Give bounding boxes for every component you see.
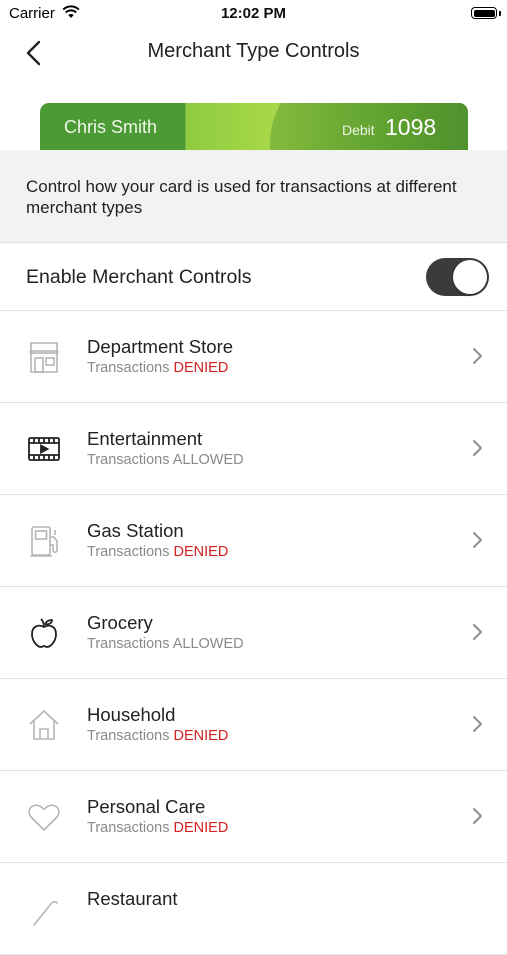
merchant-name: Entertainment bbox=[87, 428, 203, 449]
house-icon bbox=[29, 710, 59, 740]
merchant-row-household[interactable]: Household Transactions DENIED bbox=[0, 679, 507, 771]
merchant-status-line: Transactions DENIED bbox=[87, 544, 228, 560]
page-title: Merchant Type Controls bbox=[147, 40, 360, 62]
status-badge: ALLOWED bbox=[172, 636, 244, 652]
status-prefix: Transactions bbox=[87, 452, 170, 468]
merchant-row-personal-care[interactable]: Personal Care Transactions DENIED bbox=[0, 771, 507, 863]
merchant-row-gas-station[interactable]: Gas Station Transactions DENIED bbox=[0, 495, 507, 587]
battery-icon bbox=[471, 7, 497, 19]
status-time: 12:02 PM bbox=[220, 5, 287, 22]
merchant-row-entertainment[interactable]: Entertainment Transactions ALLOWED bbox=[0, 403, 507, 495]
merchant-name: Restaurant bbox=[87, 888, 178, 909]
chevron-right-icon bbox=[473, 808, 482, 824]
description-section: Control how your card is used for transa… bbox=[0, 150, 507, 243]
apple-icon bbox=[31, 618, 57, 648]
merchant-status-line: Transactions DENIED bbox=[87, 820, 228, 836]
merchant-row-grocery[interactable]: Grocery Transactions ALLOWED bbox=[0, 587, 507, 679]
chevron-right-icon bbox=[473, 716, 482, 732]
battery-cap bbox=[499, 11, 501, 16]
chevron-right-icon bbox=[473, 440, 482, 456]
merchant-row-restaurant[interactable]: Restaurant bbox=[0, 863, 507, 955]
status-prefix: Transactions bbox=[87, 820, 170, 836]
status-badge: DENIED bbox=[173, 360, 229, 376]
merchant-list: Department Store Transactions DENIED Ent… bbox=[0, 311, 507, 955]
merchant-status-line: Transactions ALLOWED bbox=[87, 452, 244, 468]
navigation-bar: Merchant Type Controls bbox=[0, 28, 507, 78]
status-badge: DENIED bbox=[173, 728, 229, 744]
merchant-status-line: Transactions DENIED bbox=[87, 360, 228, 376]
chevron-right-icon bbox=[473, 532, 482, 548]
card-holder-name: Chris Smith bbox=[64, 117, 158, 137]
merchant-row-department-store[interactable]: Department Store Transactions DENIED bbox=[0, 311, 507, 403]
chevron-right-icon bbox=[473, 348, 482, 364]
card-type: Debit bbox=[342, 122, 375, 138]
battery-fill bbox=[473, 9, 495, 17]
card-banner: Chris Smith Debit 1098 bbox=[40, 103, 468, 151]
merchant-name: Gas Station bbox=[87, 520, 184, 541]
film-icon bbox=[28, 437, 60, 461]
merchant-status-line: Transactions ALLOWED bbox=[87, 636, 244, 652]
merchant-name: Household bbox=[87, 704, 176, 725]
utensils-icon bbox=[33, 900, 58, 926]
status-bar: Carrier 12:02 PM bbox=[0, 0, 507, 28]
toggle-knob bbox=[453, 260, 487, 294]
merchant-name: Personal Care bbox=[87, 796, 206, 817]
gas-pump-icon bbox=[30, 526, 58, 557]
merchant-name: Grocery bbox=[87, 612, 153, 633]
storefront-icon bbox=[29, 342, 59, 373]
merchant-status-line: Transactions DENIED bbox=[87, 728, 228, 744]
enable-controls-label: Enable Merchant Controls bbox=[26, 266, 252, 288]
status-prefix: Transactions bbox=[87, 636, 170, 652]
status-badge: ALLOWED bbox=[172, 452, 244, 468]
status-badge: DENIED bbox=[173, 544, 229, 560]
status-prefix: Transactions bbox=[87, 360, 170, 376]
card-last4: 1098 bbox=[385, 114, 437, 140]
heart-icon bbox=[28, 804, 60, 831]
chevron-right-icon bbox=[473, 624, 482, 640]
description-text: Control how your card is used for transa… bbox=[26, 177, 457, 217]
enable-controls-toggle[interactable] bbox=[426, 258, 489, 296]
status-badge: DENIED bbox=[173, 820, 229, 836]
merchant-name: Department Store bbox=[87, 336, 234, 357]
status-prefix: Transactions bbox=[87, 544, 170, 560]
enable-controls-row: Enable Merchant Controls bbox=[0, 243, 507, 311]
status-prefix: Transactions bbox=[87, 728, 170, 744]
